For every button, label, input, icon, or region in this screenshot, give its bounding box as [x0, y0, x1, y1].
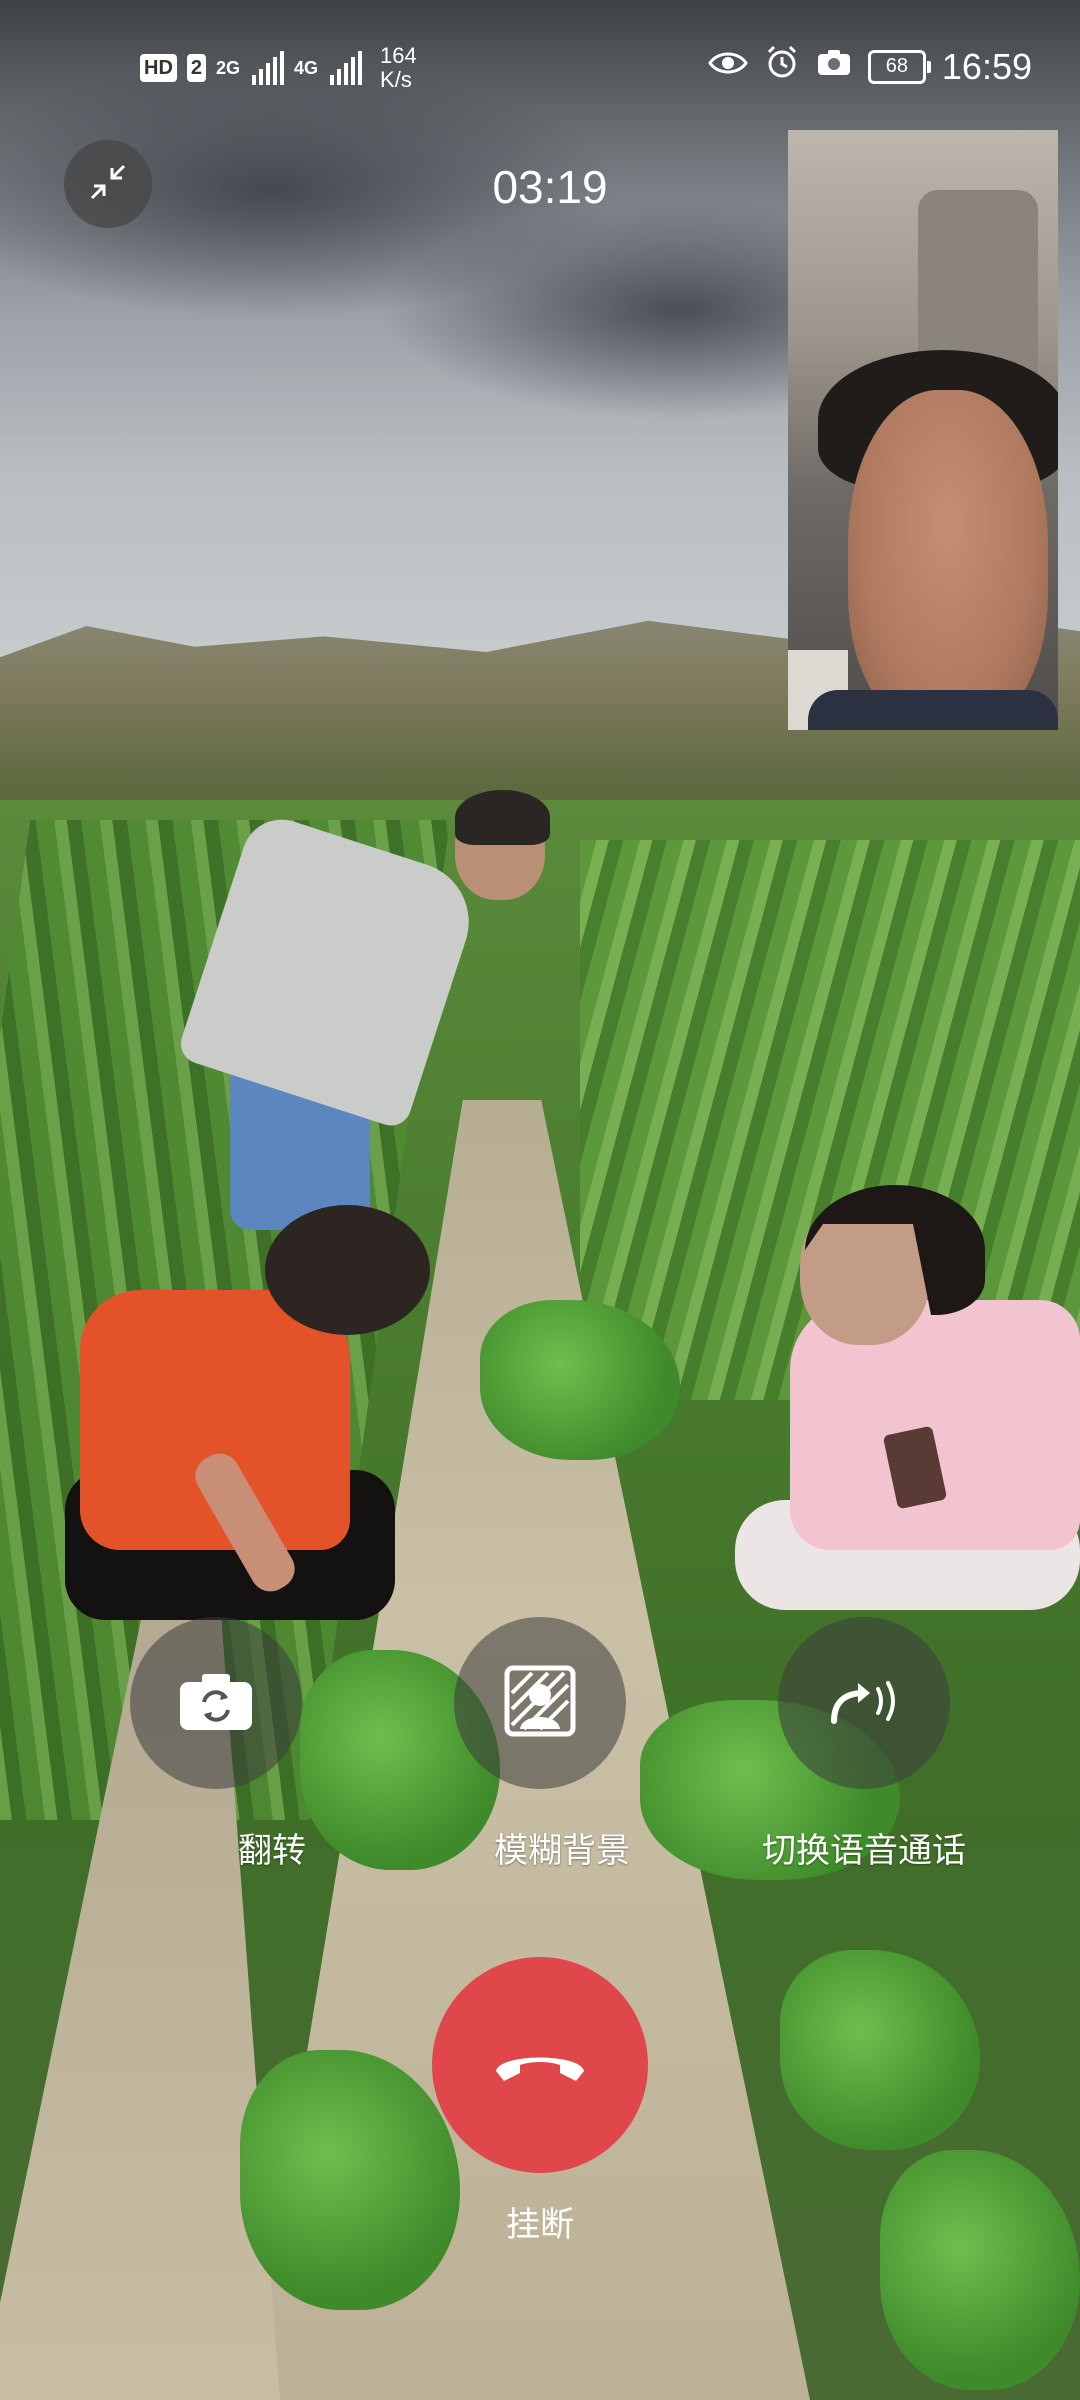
eye-icon — [708, 47, 748, 86]
switch-voice-call-icon — [826, 1671, 902, 1736]
speed-unit: K/s — [380, 67, 412, 92]
self-preview-person — [848, 390, 1048, 730]
battery-level: 68 — [885, 55, 909, 77]
minimize-button[interactable] — [64, 140, 152, 228]
blur-background-control[interactable]: 模糊背景 — [450, 1617, 630, 1872]
signal-icon — [330, 51, 363, 85]
person — [455, 790, 550, 845]
minimize-icon — [88, 162, 128, 207]
switch-voice-button[interactable] — [778, 1617, 950, 1789]
sim-badge: 2 — [186, 54, 207, 82]
switch-voice-label: 切换语音通话 — [762, 1832, 966, 1870]
blur-background-label: 模糊背景 — [494, 1832, 630, 1870]
blur-background-icon — [504, 1665, 576, 1742]
flip-camera-icon — [178, 1670, 254, 1737]
speed-value: 164 — [380, 43, 417, 68]
flip-camera-button[interactable] — [130, 1617, 302, 1789]
self-camera-preview[interactable] — [788, 130, 1058, 730]
hangup-phone-icon — [490, 2041, 590, 2090]
camera-icon — [816, 47, 852, 86]
alarm-icon — [764, 44, 800, 89]
status-right: 68 16:59 — [708, 44, 1032, 89]
flip-camera-label: 翻转 — [238, 1832, 306, 1870]
signal-icon — [252, 51, 285, 85]
hangup-label: 挂断 — [506, 2206, 574, 2244]
battery-icon: 68 — [867, 49, 931, 84]
hangup-button[interactable] — [432, 1957, 648, 2173]
hangup-control[interactable]: 挂断 — [432, 1957, 648, 2246]
person — [265, 1205, 430, 1335]
flip-camera-control[interactable]: 翻转 — [126, 1617, 306, 1872]
call-timer: 03:19 — [492, 161, 608, 213]
switch-voice-control[interactable]: 切换语音通话 — [762, 1617, 966, 1872]
blur-background-button[interactable] — [454, 1617, 626, 1789]
clock-time: 16:59 — [941, 45, 1032, 87]
network-type-label: 2G — [216, 58, 241, 78]
network-type-label: 4G — [294, 58, 319, 78]
video-call-screen: HD 2 2G 4G 164 K/s 68 16:59 03:19 翻转 模糊背… — [0, 0, 1080, 2400]
status-left: HD 2 2G 4G 164 K/s — [140, 44, 417, 92]
network-speed: 164 K/s — [380, 44, 417, 92]
hd-badge: HD — [140, 54, 177, 82]
status-bar: HD 2 2G 4G 164 K/s 68 16:59 — [0, 0, 1080, 130]
self-preview-person — [808, 690, 1058, 730]
